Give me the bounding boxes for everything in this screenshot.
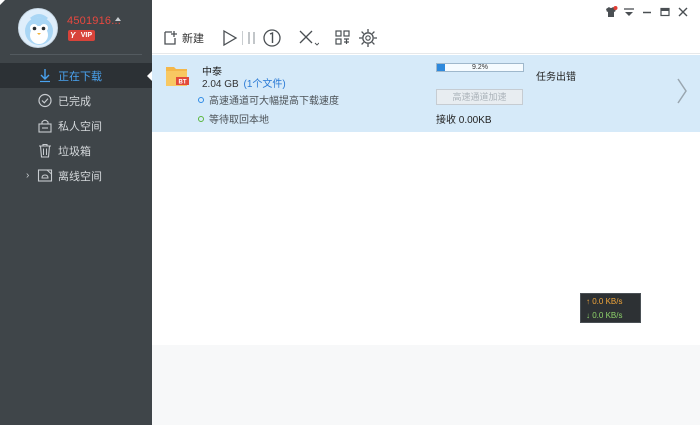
speed-float-widget[interactable]: ↑ 0.0 KB/s ↓ 0.0 KB/s	[580, 293, 641, 323]
content-footer-area	[152, 345, 700, 425]
toolbar: 新建	[152, 0, 700, 54]
green-circle-icon	[198, 115, 204, 122]
accelerate-tip: 高速通道可大幅提高下载速度	[198, 92, 339, 107]
settings-gear-icon[interactable]	[358, 27, 378, 49]
chevron-right-icon[interactable]	[676, 77, 688, 105]
maximize-button[interactable]	[656, 5, 674, 19]
waiting-tip: 等待取回本地	[198, 111, 269, 126]
maximize-icon	[660, 7, 670, 17]
download-speed: ↓ 0.0 KB/s	[586, 311, 623, 320]
task-status: 任务出错	[536, 72, 576, 83]
sidebar-nav: 正在下载 已完成 私人空间 垃圾箱 › 离线空间	[0, 63, 153, 188]
main-menu-button[interactable]	[620, 5, 638, 19]
upload-speed: ↑ 0.0 KB/s	[586, 297, 623, 306]
received-amount: 接收 0.00KB	[436, 115, 492, 126]
sidebar-item-label: 离线空间	[58, 170, 102, 183]
vip-label: VIP	[80, 32, 92, 39]
download-task-row[interactable]: BT 中泰 2.04 GB (1个文件) 高速通道可大幅提高下载速度 等待取回本…	[152, 55, 700, 132]
waiting-tip-text: 等待取回本地	[209, 115, 269, 126]
high-speed-accelerate-button[interactable]: 高速通道加速	[436, 89, 523, 105]
sidebar-item-label: 垃圾箱	[58, 145, 91, 158]
bt-file-icon: BT	[165, 64, 190, 88]
progress-bar: 9.2%	[436, 63, 524, 72]
task-size: 2.04 GB (1个文件)	[202, 75, 286, 90]
shirt-skin-icon	[606, 6, 618, 17]
expand-chevron-icon[interactable]: ›	[26, 170, 29, 181]
sidebar-item-trash[interactable]: 垃圾箱	[0, 138, 152, 163]
file-type-badge: BT	[179, 80, 187, 86]
play-icon[interactable]	[222, 27, 238, 49]
username[interactable]: 4501916...	[67, 15, 121, 27]
sidebar-item-completed[interactable]: 已完成	[0, 88, 152, 113]
sidebar: 4501916... Y VIP 正在下载 已完成 私人空间 垃圾箱 › 离线空…	[0, 0, 153, 425]
close-button[interactable]	[674, 5, 692, 19]
progress-text: 9.2%	[472, 64, 488, 71]
minimize-icon	[643, 11, 651, 14]
accelerate-tip-text: 高速通道可大幅提高下载速度	[209, 96, 339, 107]
limit-speed-icon[interactable]	[262, 27, 282, 49]
task-file-count-link[interactable]: (1个文件)	[243, 79, 285, 90]
new-task-button[interactable]: 新建	[162, 27, 204, 49]
sidebar-item-label: 私人空间	[58, 120, 102, 133]
vip-level: Y	[70, 31, 76, 40]
toolbar-separator	[242, 31, 243, 45]
skin-button[interactable]	[602, 5, 620, 19]
delete-icon[interactable]	[297, 27, 319, 49]
sidebar-item-label: 已完成	[58, 95, 91, 108]
sidebar-item-downloading[interactable]: 正在下载	[0, 63, 153, 88]
window-corner	[0, 0, 5, 5]
user-menu-caret-icon[interactable]	[115, 17, 121, 21]
avatar[interactable]	[18, 8, 58, 48]
trash-icon	[39, 143, 51, 158]
sidebar-item-offline-space[interactable]: › 离线空间	[0, 163, 152, 188]
pause-icon[interactable]	[247, 27, 257, 49]
grid-icon[interactable]	[334, 27, 352, 49]
menu-icon	[624, 8, 634, 16]
new-task-label: 新建	[182, 33, 204, 45]
download-arrow-icon	[40, 69, 50, 83]
minimize-button[interactable]	[638, 5, 656, 19]
close-icon	[678, 7, 688, 17]
blue-circle-icon	[198, 96, 204, 103]
new-icon	[164, 31, 177, 45]
sidebar-item-label: 正在下载	[58, 70, 102, 83]
sidebar-item-private-space[interactable]: 私人空间	[0, 113, 152, 138]
sidebar-divider	[10, 54, 142, 55]
vip-badge[interactable]: Y VIP	[68, 30, 95, 41]
window-controls	[602, 5, 692, 19]
cloud-folder-icon	[37, 169, 53, 182]
lock-box-icon	[38, 119, 52, 133]
check-circle-icon	[38, 93, 52, 108]
task-size-value: 2.04 GB	[202, 79, 239, 90]
